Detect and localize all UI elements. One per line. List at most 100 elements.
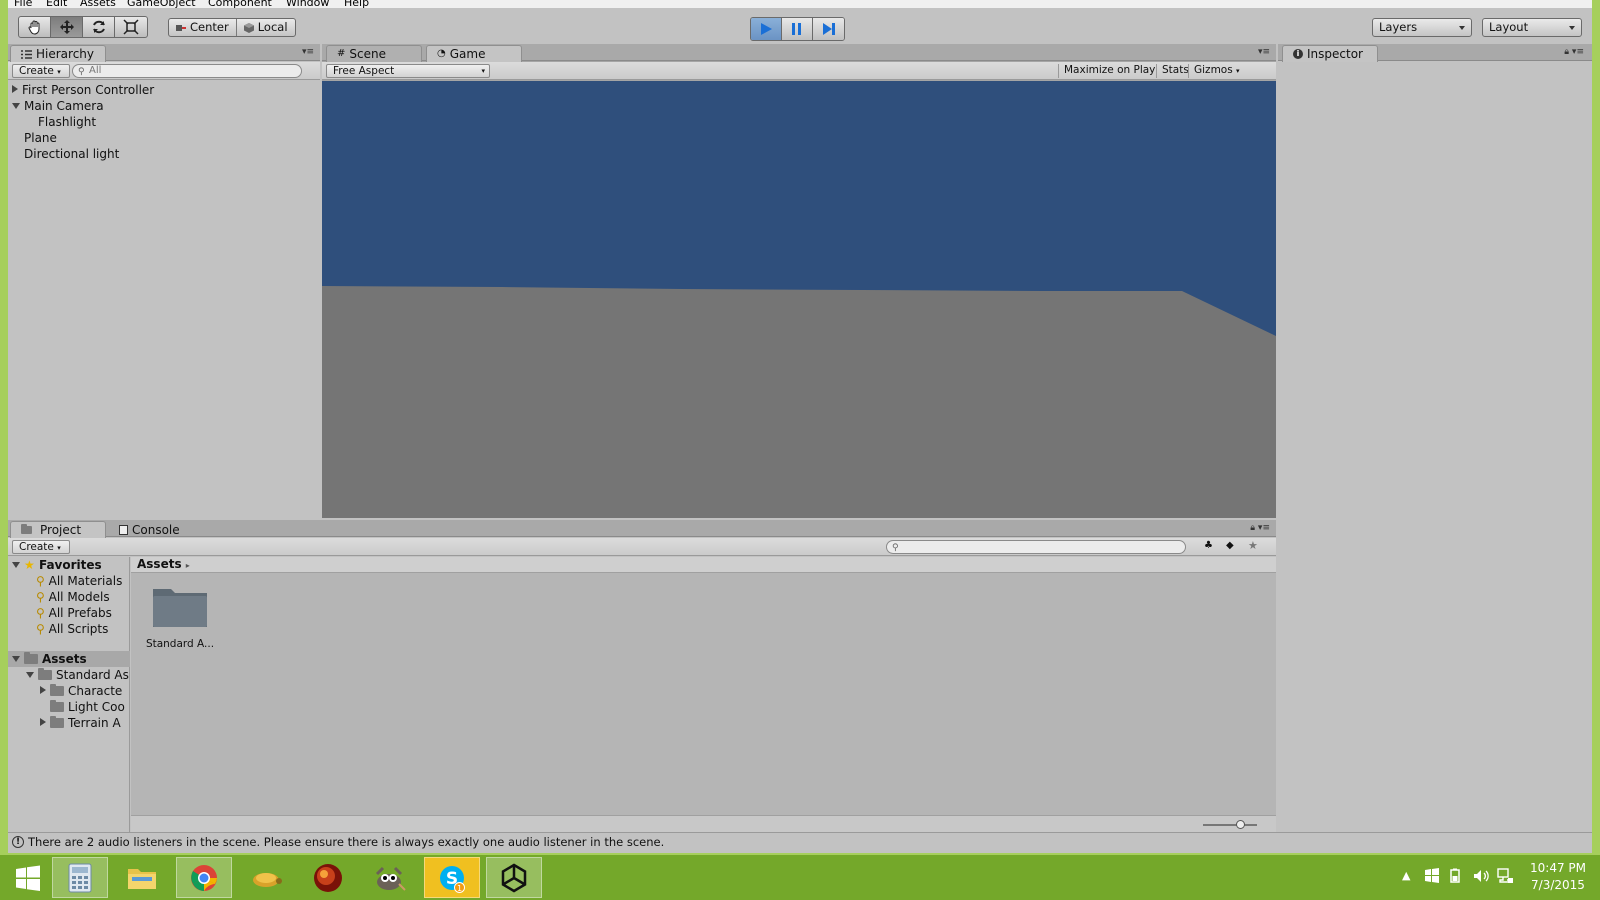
- move-tool-button[interactable]: [51, 17, 83, 37]
- expand-arrow-icon[interactable]: [40, 718, 46, 726]
- tab-game[interactable]: ◔ Game: [426, 45, 522, 62]
- status-bar[interactable]: ! There are 2 audio listeners in the sce…: [8, 832, 1592, 852]
- asset-folder-item[interactable]: Standard As: [26, 667, 129, 683]
- hierarchy-item[interactable]: Plane: [24, 130, 57, 146]
- hierarchy-item[interactable]: First Person Controller: [12, 82, 154, 98]
- collapse-arrow-icon[interactable]: [12, 562, 20, 568]
- asset-folder-item[interactable]: Terrain A: [40, 715, 121, 731]
- menu-component[interactable]: Component: [208, 0, 272, 8]
- project-panel: Project Console 🔒︎ ▾≡ Create ▾ ⚲ ♣ ◆ ★ ★…: [8, 520, 1276, 832]
- hierarchy-item[interactable]: Flashlight: [38, 114, 96, 130]
- tab-scene[interactable]: # Scene: [326, 45, 422, 62]
- unity-editor-window: File Edit Assets GameObject Component Wi…: [8, 0, 1592, 853]
- hand-tool-button[interactable]: [19, 17, 51, 37]
- tab-console[interactable]: Console: [108, 521, 204, 538]
- asset-folder-item[interactable]: Light Coo: [50, 699, 125, 715]
- taskbar-file-explorer[interactable]: [114, 857, 170, 898]
- layout-dropdown[interactable]: Layout: [1482, 18, 1582, 37]
- taskbar-clock[interactable]: 10:47 PM 7/3/2015: [1530, 860, 1586, 894]
- collapse-arrow-icon[interactable]: [12, 656, 20, 662]
- play-button[interactable]: [751, 18, 782, 40]
- label-tag-icon[interactable]: ◆: [1226, 540, 1234, 551]
- hierarchy-item[interactable]: Main Camera: [12, 98, 104, 114]
- project-search-input[interactable]: ⚲: [886, 540, 1186, 554]
- scale-tool-button[interactable]: [115, 17, 147, 37]
- star-icon[interactable]: ★: [1248, 539, 1258, 552]
- expand-arrow-icon[interactable]: [12, 85, 18, 93]
- asset-item[interactable]: Standard A...: [145, 583, 215, 650]
- filter-type-icon[interactable]: ♣: [1204, 540, 1213, 551]
- maximize-label: Maximize on Play: [1064, 64, 1156, 76]
- tab-hierarchy[interactable]: Hierarchy: [10, 45, 106, 62]
- zoom-slider-thumb[interactable]: [1236, 820, 1245, 829]
- menu-window[interactable]: Window: [286, 0, 329, 8]
- menu-help[interactable]: Help: [344, 0, 369, 8]
- windows-taskbar: S 1 ▲ 10:47 PM 7/3/2015: [0, 855, 1600, 900]
- hierarchy-item-label: Directional light: [24, 147, 120, 161]
- search-icon: ⚲: [892, 543, 899, 553]
- taskbar-turtle-app[interactable]: [238, 857, 294, 898]
- taskbar-calculator[interactable]: [52, 857, 108, 898]
- network-button[interactable]: [1496, 867, 1514, 888]
- transform-tools: [18, 16, 148, 38]
- taskbar-unity[interactable]: [486, 857, 542, 898]
- favorite-item[interactable]: ⚲ All Scripts: [36, 621, 108, 637]
- action-center-icon[interactable]: [1424, 868, 1440, 887]
- menu-file[interactable]: File: [14, 0, 32, 8]
- console-icon: [119, 525, 128, 535]
- favorites-header[interactable]: ★ Favorites: [12, 557, 102, 573]
- maximize-on-play-toggle[interactable]: Maximize on Play: [1058, 64, 1160, 78]
- pause-button[interactable]: [782, 18, 813, 40]
- favorite-item[interactable]: ⚲ All Prefabs: [36, 605, 112, 621]
- menu-assets[interactable]: Assets: [80, 0, 116, 8]
- taskbar-gimp[interactable]: [362, 857, 418, 898]
- volume-button[interactable]: [1472, 867, 1490, 888]
- zoom-slider-track[interactable]: [1203, 824, 1257, 826]
- pivot-center-toggle[interactable]: Center: [169, 19, 237, 36]
- panel-menu-icon[interactable]: 🔒︎ ▾≡: [1250, 523, 1270, 533]
- tab-project[interactable]: Project: [10, 521, 106, 538]
- collapse-arrow-icon[interactable]: [12, 103, 20, 109]
- taskbar-chrome[interactable]: [176, 857, 232, 898]
- scale-icon: [123, 19, 139, 35]
- hierarchy-search-input[interactable]: ⚲ All: [72, 64, 302, 78]
- project-footer: [131, 815, 1276, 832]
- breadcrumb-assets[interactable]: Assets: [137, 557, 182, 571]
- power-icon: [1450, 868, 1460, 883]
- local-cube-icon: [243, 22, 254, 33]
- hierarchy-create-button[interactable]: Create ▾: [12, 64, 70, 78]
- tray-arrow-icon[interactable]: ▲: [1402, 869, 1410, 882]
- lock-icon[interactable]: 🔒︎ ▾≡: [1564, 47, 1584, 57]
- panel-menu-icon[interactable]: ▾≡: [302, 47, 314, 57]
- favorite-item[interactable]: ⚲ All Materials: [36, 573, 122, 589]
- layers-dropdown[interactable]: Layers: [1372, 18, 1472, 37]
- menu-gameobject[interactable]: GameObject: [127, 0, 196, 8]
- menu-edit[interactable]: Edit: [46, 0, 67, 8]
- asset-folder-label: Characte: [68, 684, 123, 698]
- chevron-down-icon: [1459, 26, 1465, 30]
- step-button[interactable]: [813, 18, 844, 40]
- assets-header[interactable]: Assets: [8, 651, 130, 667]
- taskbar-red-app[interactable]: [300, 857, 356, 898]
- taskbar-skype[interactable]: S 1: [424, 857, 480, 898]
- asset-folder-item[interactable]: Characte: [40, 683, 122, 699]
- aspect-dropdown[interactable]: Free Aspect ▾: [326, 64, 490, 78]
- project-create-button[interactable]: Create ▾: [12, 540, 70, 554]
- favorite-item[interactable]: ⚲ All Models: [36, 589, 110, 605]
- game-view-panel: # Scene ◔ Game ▾≡ Free Aspect ▾ Maximize…: [322, 44, 1276, 518]
- battery-icon[interactable]: [1448, 868, 1464, 887]
- collapse-arrow-icon[interactable]: [26, 672, 34, 678]
- pivot-local-toggle[interactable]: Local: [237, 19, 295, 36]
- favorites-label: Favorites: [38, 558, 102, 572]
- start-button[interactable]: [0, 857, 56, 898]
- hierarchy-item[interactable]: Directional light: [24, 146, 119, 162]
- gizmos-dropdown[interactable]: Gizmos ▾: [1188, 64, 1245, 78]
- game-viewport[interactable]: [322, 81, 1276, 518]
- pivot-center-label: Center: [190, 20, 229, 34]
- panel-menu-icon[interactable]: ▾≡: [1258, 47, 1270, 57]
- asset-item-label: Standard A...: [145, 638, 215, 650]
- rotate-tool-button[interactable]: [83, 17, 115, 37]
- tab-inspector[interactable]: i Inspector: [1282, 45, 1378, 62]
- expand-arrow-icon[interactable]: [40, 686, 46, 694]
- ground-plane: [322, 286, 1276, 518]
